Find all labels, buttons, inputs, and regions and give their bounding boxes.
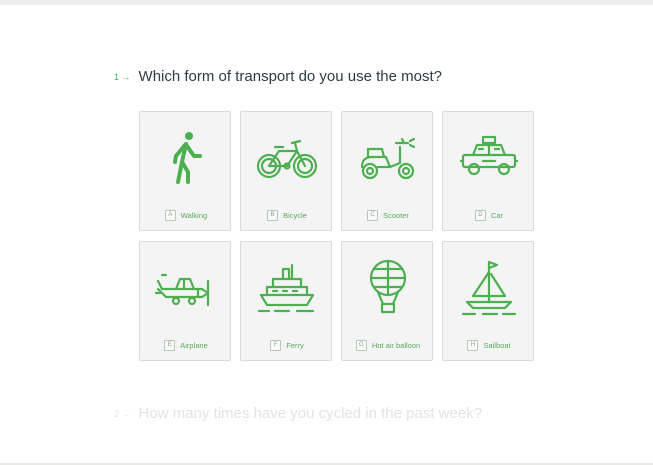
- choice-label: Bicycle: [283, 211, 307, 220]
- hot-air-balloon-icon: [342, 256, 434, 320]
- choice-airplane[interactable]: E Airplane: [139, 241, 231, 361]
- question-1: 1 → Which form of transport do you use t…: [114, 68, 442, 85]
- choice-sailboat[interactable]: H Sailboat: [442, 241, 534, 361]
- scooter-icon: [342, 126, 434, 190]
- question-number: 1 →: [114, 71, 131, 82]
- choice-label: Ferry: [286, 341, 304, 350]
- choice-grid: A Walking B Bicycle C Scooter D Car E Ai…: [139, 111, 537, 363]
- choice-key: B: [267, 210, 279, 221]
- choice-walking[interactable]: A Walking: [139, 111, 231, 231]
- choice-hot-air-balloon[interactable]: G Hot air balloon: [341, 241, 433, 361]
- choice-key: D: [474, 210, 486, 221]
- choice-scooter[interactable]: C Scooter: [341, 111, 433, 231]
- choice-key: F: [270, 340, 282, 351]
- top-border-strip: [0, 0, 653, 5]
- choice-car[interactable]: D Car: [442, 111, 534, 231]
- choice-key: C: [367, 210, 379, 221]
- taxi-car-icon: [443, 126, 535, 190]
- choice-bicycle[interactable]: B Bicycle: [240, 111, 332, 231]
- choice-key: E: [164, 340, 176, 351]
- choice-key: G: [355, 340, 367, 351]
- question-number: 2 →: [114, 408, 131, 419]
- walking-person-icon: [140, 126, 232, 190]
- choice-label: Airplane: [180, 341, 208, 350]
- choice-label: Walking: [180, 211, 208, 220]
- question-2[interactable]: 2 → How many times have you cycled in th…: [114, 405, 482, 422]
- choice-key: A: [164, 210, 176, 221]
- choice-label: Scooter: [383, 211, 409, 220]
- airplane-icon: [140, 256, 232, 320]
- bicycle-icon: [241, 126, 333, 190]
- choice-key: H: [467, 340, 479, 351]
- question-text: How many times have you cycled in the pa…: [138, 405, 483, 422]
- choice-label: Sailboat: [483, 341, 511, 350]
- choice-ferry[interactable]: F Ferry: [240, 241, 332, 361]
- question-text: Which form of transport do you use the m…: [138, 68, 443, 85]
- choice-label: Car: [490, 211, 504, 220]
- choice-label: Hot air balloon: [371, 341, 421, 350]
- sailboat-icon: [443, 256, 535, 320]
- ferry-icon: [241, 256, 333, 320]
